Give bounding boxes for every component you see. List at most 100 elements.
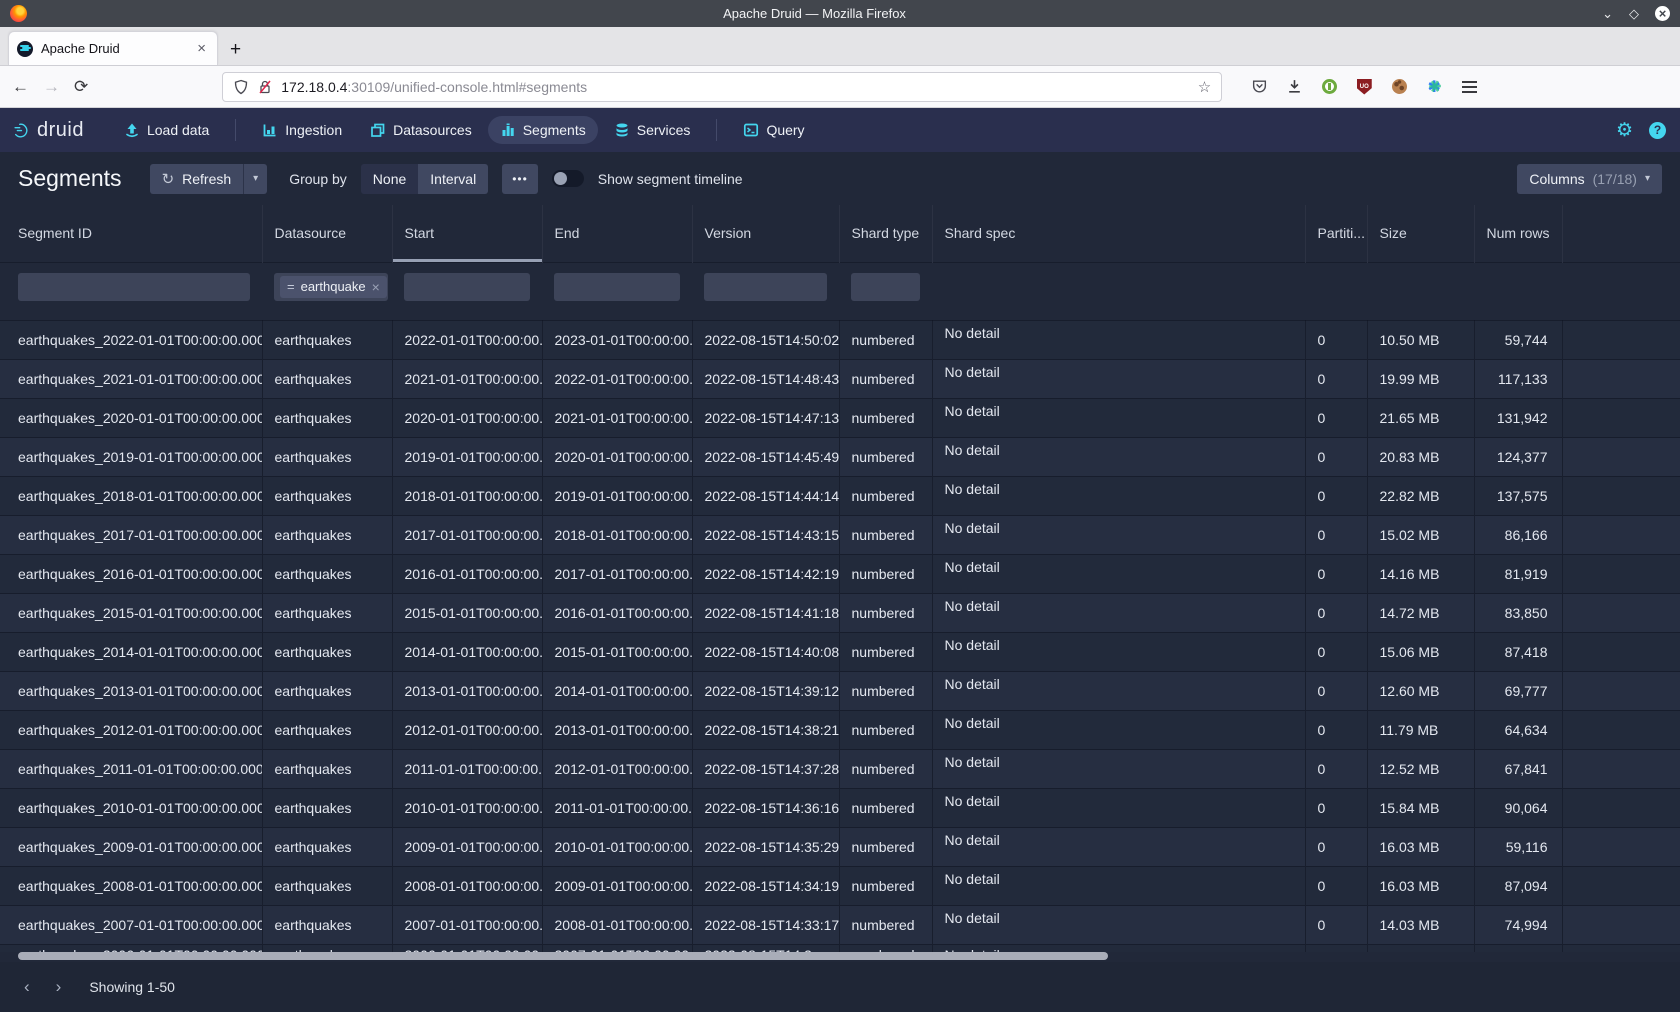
tracking-shield-icon[interactable] [233, 79, 249, 95]
cell-datasource: earthquakes [262, 437, 392, 476]
firefox-logo-icon [10, 5, 27, 22]
col-header-size[interactable]: Size [1367, 205, 1474, 262]
window-minimize-button[interactable]: ⌄ [1602, 7, 1613, 20]
cell-shard-spec: No detail [932, 866, 1305, 905]
remove-filter-icon[interactable]: × [372, 279, 380, 295]
menu-button[interactable] [1460, 78, 1478, 96]
cell-datasource: earthquakes [262, 476, 392, 515]
segment-timeline-toggle[interactable] [552, 170, 584, 187]
cell-shard-spec: No detail [932, 710, 1305, 749]
more-options-button[interactable]: ••• [502, 164, 538, 194]
cookie-extension-icon[interactable] [1390, 78, 1408, 96]
filter-shard-type-input[interactable] [851, 273, 920, 301]
refresh-options-button[interactable]: ▾ [243, 164, 267, 194]
cell-segment-id: earthquakes_2019-01-01T00:00:00.000Z_2..… [0, 437, 262, 476]
url-bar[interactable]: 172.18.0.4:30109/unified-console.html#se… [222, 72, 1222, 102]
cell-filler [1562, 320, 1680, 359]
insecure-lock-icon[interactable] [257, 79, 273, 95]
firefox-window: Apache Druid — Mozilla Firefox ⌄ ◇ × Apa… [0, 0, 1680, 1012]
cell-end: 2018-01-01T00:00:00.0... [542, 515, 692, 554]
cell-filler [1562, 515, 1680, 554]
filter-version-input[interactable] [704, 273, 827, 301]
col-header-partition[interactable]: Partiti... [1305, 205, 1367, 262]
columns-button[interactable]: Columns (17/18) ▾ [1517, 164, 1662, 194]
cell-shard-spec: No detail [932, 905, 1305, 944]
cell-datasource: earthquakes [262, 827, 392, 866]
browser-tab[interactable]: Apache Druid × [8, 31, 218, 65]
window-close-button[interactable]: × [1655, 6, 1670, 21]
showing-range-label: Showing 1-50 [89, 979, 175, 995]
cell-shard-type: numbered [839, 632, 932, 671]
cell-shard-spec: No detail [932, 398, 1305, 437]
help-icon[interactable]: ? [1649, 122, 1666, 139]
cell-size: 14.03 MB [1367, 905, 1474, 944]
refresh-button[interactable]: ↻ Refresh [150, 164, 244, 194]
cell-end: 2009-01-01T00:00:00.0... [542, 866, 692, 905]
col-header-num-rows[interactable]: Num rows [1474, 205, 1562, 262]
extension-green-icon[interactable] [1320, 78, 1338, 96]
pocket-icon[interactable] [1250, 78, 1268, 96]
prev-page-button[interactable]: ‹ [16, 977, 38, 997]
reload-button[interactable]: ⟳ [74, 77, 88, 97]
back-button[interactable]: ← [12, 77, 29, 97]
cell-size: 15.84 MB [1367, 788, 1474, 827]
nav-load-data[interactable]: Load data [112, 116, 221, 144]
cell-start: 2019-01-01T00:00:00.0... [392, 437, 542, 476]
filter-datasource-input[interactable]: = earthquake × [274, 273, 388, 301]
cell-datasource: earthquakes [262, 554, 392, 593]
cell-num-rows: 86,166 [1474, 515, 1562, 554]
nav-query[interactable]: Query [731, 116, 816, 144]
cell-partition: 0 [1305, 749, 1367, 788]
druid-logo[interactable]: druid [14, 119, 84, 142]
filter-start-input[interactable] [404, 273, 530, 301]
cell-shard-spec: No detail [932, 437, 1305, 476]
cell-size: 14.16 MB [1367, 554, 1474, 593]
cell-version: 2022-08-15T14:48:43.0... [692, 359, 839, 398]
druid-logo-icon [14, 122, 30, 138]
nav-datasources[interactable]: Datasources [358, 116, 484, 144]
new-tab-button[interactable]: + [218, 39, 253, 65]
filter-end-input[interactable] [554, 273, 680, 301]
cell-partition: 0 [1305, 593, 1367, 632]
cell-num-rows: 90,064 [1474, 788, 1562, 827]
bookmark-star-icon[interactable]: ☆ [1198, 78, 1211, 96]
ublock-origin-icon[interactable]: UO [1355, 78, 1373, 96]
filter-segment-id-input[interactable] [18, 273, 250, 301]
group-by-none-button[interactable]: None [361, 164, 418, 194]
druid-favicon-icon [17, 41, 33, 57]
tab-close-icon[interactable]: × [194, 40, 209, 57]
nav-ingestion[interactable]: Ingestion [250, 116, 354, 144]
datasource-filter-chip[interactable]: = earthquake × [280, 276, 387, 298]
col-header-version[interactable]: Version [692, 205, 839, 262]
cell-version: 2022-08-15T14:3... [692, 944, 839, 952]
segments-table-container: Segment ID Datasource Start End Version … [0, 205, 1680, 962]
window-maximize-button[interactable]: ◇ [1629, 7, 1639, 20]
downloads-icon[interactable] [1285, 78, 1303, 96]
cell-end: 2014-01-01T00:00:00.0... [542, 671, 692, 710]
cell-segment-id: earthquakes_2018-01-01T00:00:00.000Z_2..… [0, 476, 262, 515]
group-by-interval-button[interactable]: Interval [418, 164, 488, 194]
cell-datasource: earthquakes [262, 710, 392, 749]
cell-segment-id: earthquakes_2013-01-01T00:00:00.000Z_2..… [0, 671, 262, 710]
cell-shard-spec: No detail [932, 944, 1305, 952]
col-header-shard-spec[interactable]: Shard spec [932, 205, 1305, 262]
col-header-end[interactable]: End [542, 205, 692, 262]
cell-filler [1562, 866, 1680, 905]
forward-button[interactable]: → [43, 77, 60, 97]
cell-shard-type: numbered [839, 788, 932, 827]
next-page-button[interactable]: › [48, 977, 70, 997]
cell-segment-id: earthquakes_2012-01-01T00:00:00.000Z_2..… [0, 710, 262, 749]
col-header-shard-type[interactable]: Shard type [839, 205, 932, 262]
cell-datasource: earthquakes [262, 944, 392, 952]
horizontal-scrollbar[interactable] [18, 952, 1108, 960]
extension-asterisk-icon[interactable]: ✱✱ [1425, 78, 1443, 96]
col-header-start[interactable]: Start [392, 205, 542, 262]
col-header-segment-id[interactable]: Segment ID [0, 205, 262, 262]
settings-gear-icon[interactable]: ⚙ [1616, 121, 1633, 140]
cell-partition: 0 [1305, 320, 1367, 359]
cell-version: 2022-08-15T14:38:21.9... [692, 710, 839, 749]
nav-segments[interactable]: Segments [488, 116, 598, 144]
col-header-datasource[interactable]: Datasource [262, 205, 392, 262]
nav-services[interactable]: Services [602, 116, 703, 144]
cell-segment-id: earthquakes_2021-01-01T00:00:00.000Z_2..… [0, 359, 262, 398]
